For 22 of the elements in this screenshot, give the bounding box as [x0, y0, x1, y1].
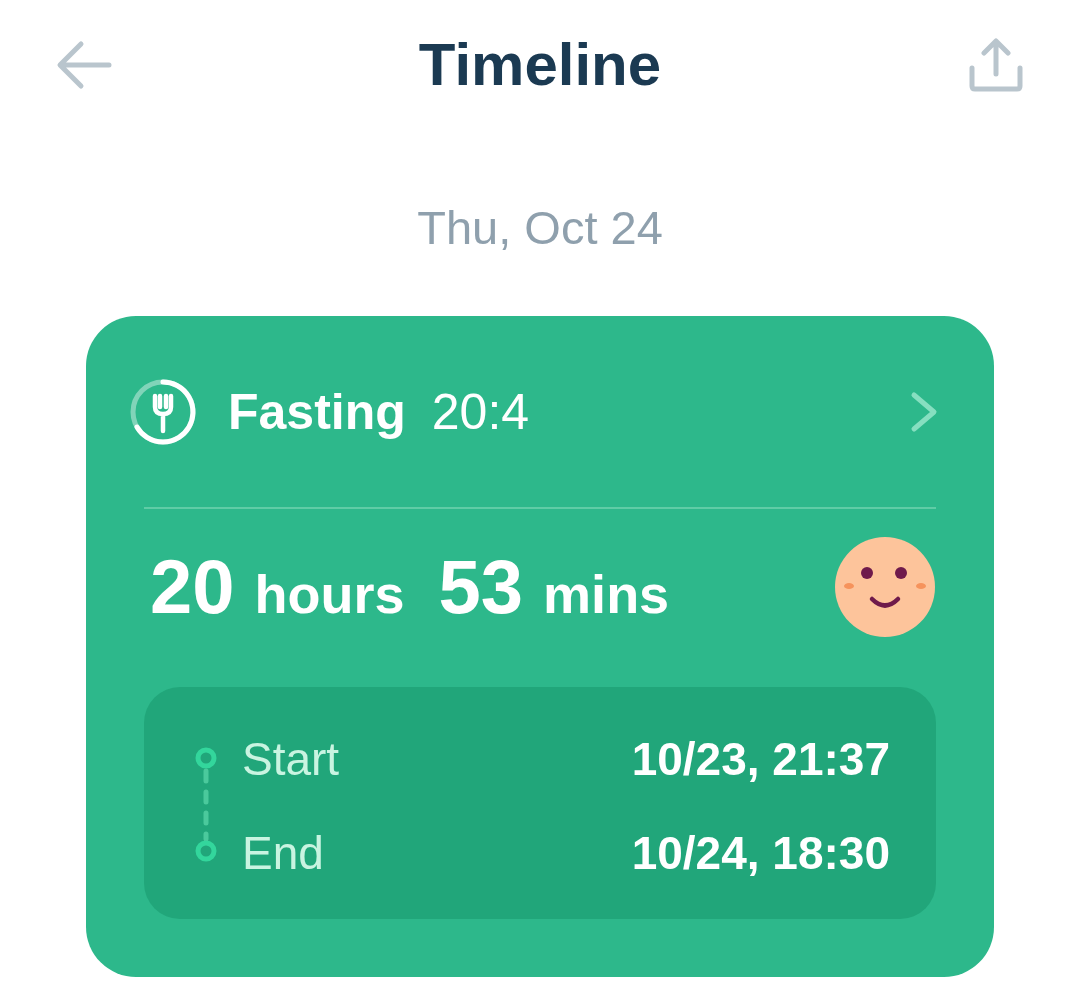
- page-title: Timeline: [418, 30, 662, 100]
- back-button[interactable]: [56, 40, 112, 90]
- plan-label: Fasting: [228, 383, 406, 442]
- smiley-face-icon: [834, 536, 936, 638]
- duration-unit: hours: [254, 563, 405, 626]
- share-button[interactable]: [968, 38, 1024, 92]
- chevron-right-icon[interactable]: [910, 391, 938, 433]
- time-value: 10/24, 18:30: [631, 826, 890, 881]
- plan-ratio: 20:4: [431, 383, 530, 442]
- time-label: Start: [242, 732, 340, 787]
- time-label: End: [242, 826, 325, 881]
- end-marker-icon: [195, 840, 217, 862]
- duration-unit: mins: [543, 563, 670, 626]
- date-label: Thu, Oct 24: [417, 200, 663, 256]
- fork-ring-icon: [130, 379, 196, 445]
- duration-number: 20: [150, 543, 235, 631]
- back-arrow-icon: [56, 40, 112, 90]
- fasting-card[interactable]: Fasting 20:4 20 hours 53 mins Start 10/23, 21:37 End 10/24, 18:30: [86, 316, 994, 977]
- duration-number: 53: [438, 543, 524, 631]
- share-icon: [968, 38, 1024, 92]
- start-marker-icon: [195, 747, 217, 769]
- time-value: 10/23, 21:37: [631, 732, 890, 787]
